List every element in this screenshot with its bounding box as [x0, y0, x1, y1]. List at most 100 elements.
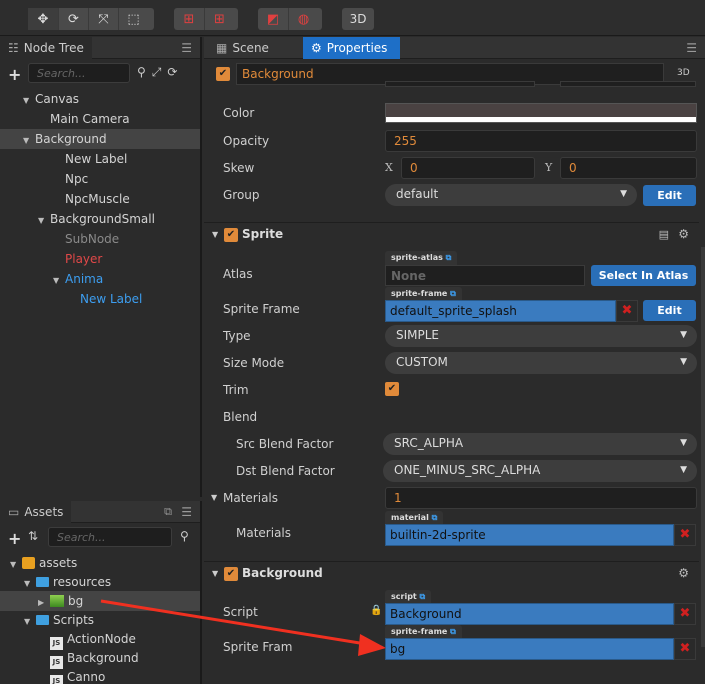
global-coord-icon[interactable]: ◍ [288, 8, 318, 30]
tree-node-label: Main Camera [50, 112, 130, 126]
atlas-field[interactable]: None [385, 265, 585, 286]
clear-frame-icon[interactable]: ✖ [616, 300, 638, 322]
select-in-atlas-button[interactable]: Select In Atlas [591, 265, 696, 286]
node-active-checkbox[interactable]: ✔ [216, 67, 230, 81]
tree-node[interactable]: Npc [0, 169, 200, 189]
script-field[interactable]: Background [385, 603, 674, 625]
search-icon[interactable]: ⚲ [137, 65, 146, 80]
tab-properties[interactable]: ⚙ Properties [303, 37, 400, 59]
clear-material-icon[interactable]: ✖ [674, 524, 696, 546]
tree-node[interactable]: New Label [0, 289, 200, 309]
chevron-down-icon: ▼ [680, 357, 687, 367]
menu-icon[interactable]: ☰ [181, 41, 192, 55]
skew-label: Skew [223, 161, 255, 175]
tree-caret-icon[interactable]: ▼ [23, 91, 35, 111]
tree-node[interactable]: NpcMuscle [0, 189, 200, 209]
asset-item[interactable]: JS Background [0, 648, 200, 669]
dst-blend-select[interactable]: ONE_MINUS_SRC_ALPHA ▼ [383, 460, 697, 482]
assets-menu-icon[interactable]: ☰ [181, 505, 192, 519]
src-blend-select[interactable]: SRC_ALPHA ▼ [383, 433, 697, 455]
sprite-enabled-checkbox[interactable]: ✔ [224, 228, 238, 242]
bg-sprite-frame-label: Sprite Fram [223, 640, 293, 654]
tree-node[interactable]: ▼ Anima [0, 269, 200, 289]
3d-toggle-button[interactable]: 3D [342, 8, 374, 30]
tab-assets[interactable]: ▭ Assets [0, 501, 72, 523]
asset-item[interactable]: ▼ Scripts [0, 610, 200, 630]
tree-node[interactable]: Player [0, 249, 200, 269]
materials-caret-icon[interactable]: ▼ [211, 493, 217, 502]
asset-item[interactable]: ▼ assets [0, 553, 200, 573]
color-swatch[interactable] [385, 103, 697, 123]
size-width-field[interactable] [385, 81, 535, 87]
add-asset-icon[interactable]: + [8, 529, 21, 548]
sort-icon[interactable]: ⇅ [28, 529, 38, 543]
size-height-field[interactable] [560, 81, 696, 87]
move-tool-icon[interactable]: ✥ [28, 8, 58, 30]
clear-bg-frame-icon[interactable]: ✖ [674, 638, 696, 660]
tree-node[interactable]: SubNode [0, 229, 200, 249]
collapse-caret-icon[interactable]: ▼ [212, 230, 218, 239]
sprite-gear-icon[interactable]: ⚙ [678, 227, 689, 241]
bg-sprite-frame-field[interactable]: bg [385, 638, 674, 660]
material-field[interactable]: builtin-2d-sprite [385, 524, 674, 546]
refresh-icon[interactable]: ⟳ [167, 65, 177, 80]
asset-item[interactable]: ▼ resources [0, 572, 200, 592]
js-icon: JS [50, 675, 63, 684]
background-component-header[interactable]: ▼ ✔ Background ⚙ [204, 561, 699, 585]
type-label: Type [223, 329, 251, 343]
size-mode-select[interactable]: CUSTOM ▼ [385, 352, 697, 374]
scale-tool-icon[interactable]: ⤧ [88, 8, 118, 30]
rect-tool-icon[interactable]: ⬚ [118, 8, 148, 30]
collapse-caret-icon[interactable]: ▼ [212, 569, 218, 578]
scene-icon: ▦ [216, 41, 228, 55]
clear-script-icon[interactable]: ✖ [674, 603, 696, 625]
rotate-tool-icon[interactable]: ⟳ [58, 8, 88, 30]
background-enabled-checkbox[interactable]: ✔ [224, 567, 238, 581]
opacity-input[interactable]: 255 [385, 130, 697, 152]
tree-node[interactable]: ▼ BackgroundSmall [0, 209, 200, 229]
center-icon[interactable]: ⊞ [204, 8, 234, 30]
edit-group-button[interactable]: Edit [643, 185, 696, 206]
color-label: Color [223, 106, 255, 120]
help-book-icon[interactable]: ▤ [659, 228, 669, 241]
color-value-bar [386, 117, 696, 122]
asset-label: Background [67, 651, 139, 665]
tree-node[interactable]: New Label [0, 149, 200, 169]
add-node-icon[interactable]: + [8, 65, 21, 84]
group-label: Group [223, 188, 260, 202]
background-gear-icon[interactable]: ⚙ [678, 566, 689, 580]
edit-sprite-button[interactable]: Edit [643, 300, 696, 321]
pivot-icon[interactable]: ⊞ [174, 8, 204, 30]
tree-caret-icon[interactable]: ▼ [53, 271, 65, 291]
tree-node-label: New Label [65, 152, 128, 166]
expand-icon[interactable]: ⤢ [152, 65, 162, 80]
skew-x-input[interactable]: 0 [401, 157, 535, 179]
group-select[interactable]: default ▼ [385, 184, 637, 206]
tree-caret-icon[interactable]: ▼ [38, 211, 50, 231]
tree-node[interactable]: ▼ Background [0, 129, 200, 149]
assets-toolbar: + ⇅ Search... ⚲ [0, 524, 200, 552]
asset-search-icon[interactable]: ⚲ [180, 529, 189, 543]
link-icon: ⧉ [431, 513, 438, 522]
properties-scrollbar[interactable] [701, 247, 705, 647]
tree-node[interactable]: ▼ Canvas [0, 89, 200, 109]
tab-node-tree[interactable]: ☷ Node Tree [0, 37, 92, 59]
type-select[interactable]: SIMPLE ▼ [385, 325, 697, 347]
tree-node[interactable]: Main Camera [0, 109, 200, 129]
trim-checkbox[interactable]: ✔ [385, 382, 399, 396]
local-coord-icon[interactable]: ◩ [258, 8, 288, 30]
sprite-section-header[interactable]: ▼ ✔ Sprite ▤ ⚙ [204, 222, 699, 246]
sprite-frame-field[interactable]: default_sprite_splash [385, 300, 616, 322]
skew-y-input[interactable]: 0 [560, 157, 697, 179]
materials-count-input[interactable]: 1 [385, 487, 697, 509]
maximize-icon[interactable]: ⧉ [164, 505, 172, 519]
node-search-input[interactable]: Search... [28, 63, 130, 83]
asset-search-input[interactable]: Search... [48, 527, 172, 547]
asset-item[interactable]: JS ActionNode [0, 629, 200, 650]
properties-menu-icon[interactable]: ☰ [686, 41, 697, 55]
3d-node-button[interactable]: 3D [677, 68, 690, 78]
tree-caret-icon[interactable]: ▼ [23, 131, 35, 151]
tab-scene[interactable]: ▦ Scene [208, 37, 277, 59]
asset-item[interactable]: ▶ bg [0, 591, 200, 611]
asset-item[interactable]: JS Canno [0, 667, 200, 684]
